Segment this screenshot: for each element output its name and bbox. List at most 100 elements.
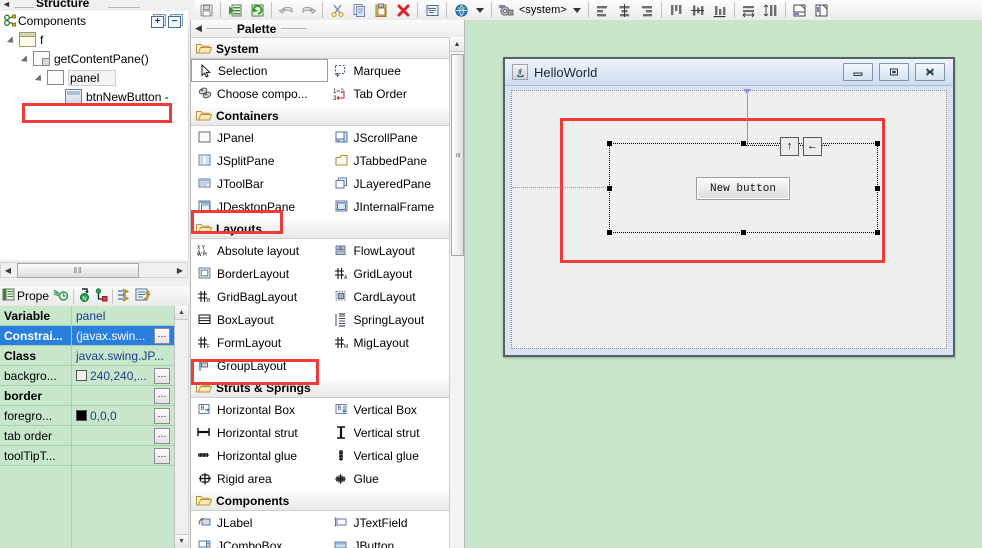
align-bottom-icon[interactable]: [709, 1, 731, 19]
property-editor-button[interactable]: ⋯: [154, 328, 170, 344]
run-icon[interactable]: [224, 1, 246, 19]
palette-item-springlayout[interactable]: SpringLayout: [328, 308, 465, 331]
property-row[interactable]: Class javax.swing.JP...: [0, 346, 188, 366]
property-value[interactable]: ⋯: [72, 386, 188, 405]
design-canvas[interactable]: HelloWorld New button ↑ ←: [464, 20, 982, 548]
property-editor-button[interactable]: ⋯: [154, 408, 170, 424]
same-height-icon[interactable]: [760, 1, 782, 19]
palette-item-miglayout[interactable]: M MigLayout: [328, 331, 465, 354]
scroll-up-arrow-icon[interactable]: ▲: [450, 37, 464, 52]
align-middle-vertical-icon[interactable]: [687, 1, 709, 19]
palette-item-formlayout[interactable]: F FormLayout: [191, 331, 328, 354]
property-value[interactable]: 240,240,... ⋯: [72, 366, 188, 385]
save-icon[interactable]: [195, 1, 217, 19]
tab-structure[interactable]: Structure: [36, 0, 89, 10]
show-events-icon[interactable]: [94, 287, 108, 305]
palette-item-jlayeredpane[interactable]: JLayeredPane: [328, 172, 465, 195]
property-value[interactable]: ⋯: [72, 426, 188, 445]
property-row[interactable]: backgro... 240,240,... ⋯: [0, 366, 188, 386]
palette-item-flowlayout[interactable]: FlowLayout: [328, 239, 465, 262]
palette-item-jtoolbar[interactable]: JToolBar: [191, 172, 328, 195]
property-value[interactable]: 0,0,0 ⋯: [72, 406, 188, 425]
anchor-left-badge[interactable]: ←: [803, 137, 822, 156]
palette-category-struts-springs[interactable]: Struts & Springs: [191, 377, 464, 398]
palette-collapse-arrow-icon[interactable]: ◀: [191, 23, 206, 34]
maximize-button[interactable]: [879, 63, 909, 81]
property-value[interactable]: javax.swing.JP...: [72, 346, 188, 365]
palette-category-layouts[interactable]: Layouts: [191, 218, 464, 239]
palette-item-boxlayout[interactable]: BoxLayout: [191, 308, 328, 331]
resize-handle-bottom-right[interactable]: [875, 230, 880, 235]
align-right-icon[interactable]: [636, 1, 658, 19]
palette-item-jbutton[interactable]: JButton: [328, 534, 465, 548]
new-button[interactable]: New button: [696, 177, 790, 200]
goto-definition-icon[interactable]: N: [78, 287, 92, 305]
align-top-icon[interactable]: [665, 1, 687, 19]
restore-defaults-icon[interactable]: [135, 288, 151, 305]
scroll-right-arrow-icon[interactable]: ▶: [173, 266, 187, 275]
property-editor-button[interactable]: ⋯: [154, 368, 170, 384]
palette-item-absolute-layout[interactable]: X YW H Absolute layout: [191, 239, 328, 262]
properties-table[interactable]: Variable panel Constrai... (javax.swin..…: [0, 306, 189, 548]
delete-icon[interactable]: [392, 1, 414, 19]
palette-item-jsplitpane[interactable]: JSplitPane: [191, 149, 328, 172]
palette-category-components[interactable]: Components: [191, 490, 464, 511]
palette-item-horizontal-box[interactable]: B Horizontal Box: [191, 398, 328, 421]
globe-dropdown-caret[interactable]: [476, 7, 484, 13]
palette-item-borderlayout[interactable]: BorderLayout: [191, 262, 328, 285]
redo-icon[interactable]: [297, 1, 319, 19]
palette-item-jtabbedpane[interactable]: JTabbedPane: [328, 149, 465, 172]
tab-scroll-left-icon[interactable]: ◄: [2, 0, 11, 9]
resize-handle-middle-right[interactable]: [875, 186, 880, 191]
expand-all-button[interactable]: +: [151, 14, 166, 28]
expand-properties-icon[interactable]: [117, 288, 133, 305]
palette-item-vertical-strut[interactable]: Vertical strut: [328, 421, 465, 444]
chevron-expanded-icon[interactable]: [22, 54, 31, 63]
collapse-all-button[interactable]: −: [168, 14, 183, 28]
align-left-icon[interactable]: [592, 1, 614, 19]
palette-item-tab-order[interactable]: 123 Tab Order: [328, 82, 465, 105]
globe-icon[interactable]: [450, 1, 472, 19]
resize-handle-middle-left[interactable]: [607, 186, 612, 191]
same-width-icon[interactable]: [738, 1, 760, 19]
property-value[interactable]: panel: [72, 306, 188, 325]
properties-vertical-scrollbar[interactable]: ▲ ▼: [174, 306, 188, 548]
palette-item-horizontal-glue[interactable]: Horizontal glue: [191, 444, 328, 467]
look-and-feel-label[interactable]: <system>: [517, 4, 569, 16]
property-editor-button[interactable]: ⋯: [154, 448, 170, 464]
scrollbar-thumb[interactable]: ≡: [451, 54, 464, 256]
selected-component-bounds[interactable]: New button: [607, 141, 880, 235]
tree-node-f[interactable]: f: [0, 30, 188, 49]
tree-node-getcontentpane[interactable]: getContentPane(): [0, 49, 188, 68]
grid-v-icon[interactable]: [811, 1, 833, 19]
chevron-expanded-icon[interactable]: [36, 73, 45, 82]
look-and-feel-caret[interactable]: [572, 7, 581, 13]
palette-category-containers[interactable]: Containers: [191, 105, 464, 126]
scrollbar-thumb[interactable]: ‖‖: [17, 262, 139, 278]
tab-properties[interactable]: Prope: [17, 289, 49, 303]
property-value[interactable]: ⋯: [72, 446, 188, 465]
palette-item-selection[interactable]: Selection: [191, 59, 328, 82]
palette-item-marquee[interactable]: Marquee: [328, 59, 465, 82]
property-row[interactable]: toolTipT... ⋯: [0, 446, 188, 466]
property-row[interactable]: border ⋯: [0, 386, 188, 406]
palette-item-jtextfield[interactable]: JTextField: [328, 511, 465, 534]
property-row[interactable]: Variable panel: [0, 306, 188, 326]
palette-vertical-scrollbar[interactable]: ▲ ≡: [449, 37, 464, 548]
palette-item-jinternalframe[interactable]: JInternalFrame: [328, 195, 465, 218]
cut-icon[interactable]: [326, 1, 348, 19]
palette-item-jcombobox[interactable]: JComboBox: [191, 534, 328, 548]
chevron-expanded-icon[interactable]: [8, 35, 17, 44]
property-editor-button[interactable]: ⋯: [154, 428, 170, 444]
property-row[interactable]: Constrai... (javax.swin... ⋯: [0, 326, 188, 346]
anchor-top-badge[interactable]: ↑: [780, 137, 799, 156]
refresh-icon[interactable]: [246, 1, 268, 19]
paste-icon[interactable]: [370, 1, 392, 19]
undo-icon[interactable]: [275, 1, 297, 19]
component-tree[interactable]: f getContentPane() panel btnNewButton -: [0, 30, 189, 260]
show-advanced-icon[interactable]: [53, 288, 69, 305]
grid-h-icon[interactable]: [789, 1, 811, 19]
palette-item-grouplayout[interactable]: GroupLayout: [191, 354, 328, 377]
content-pane[interactable]: New button ↑ ←: [511, 89, 947, 349]
palette-item-cardlayout[interactable]: CardLayout: [328, 285, 465, 308]
